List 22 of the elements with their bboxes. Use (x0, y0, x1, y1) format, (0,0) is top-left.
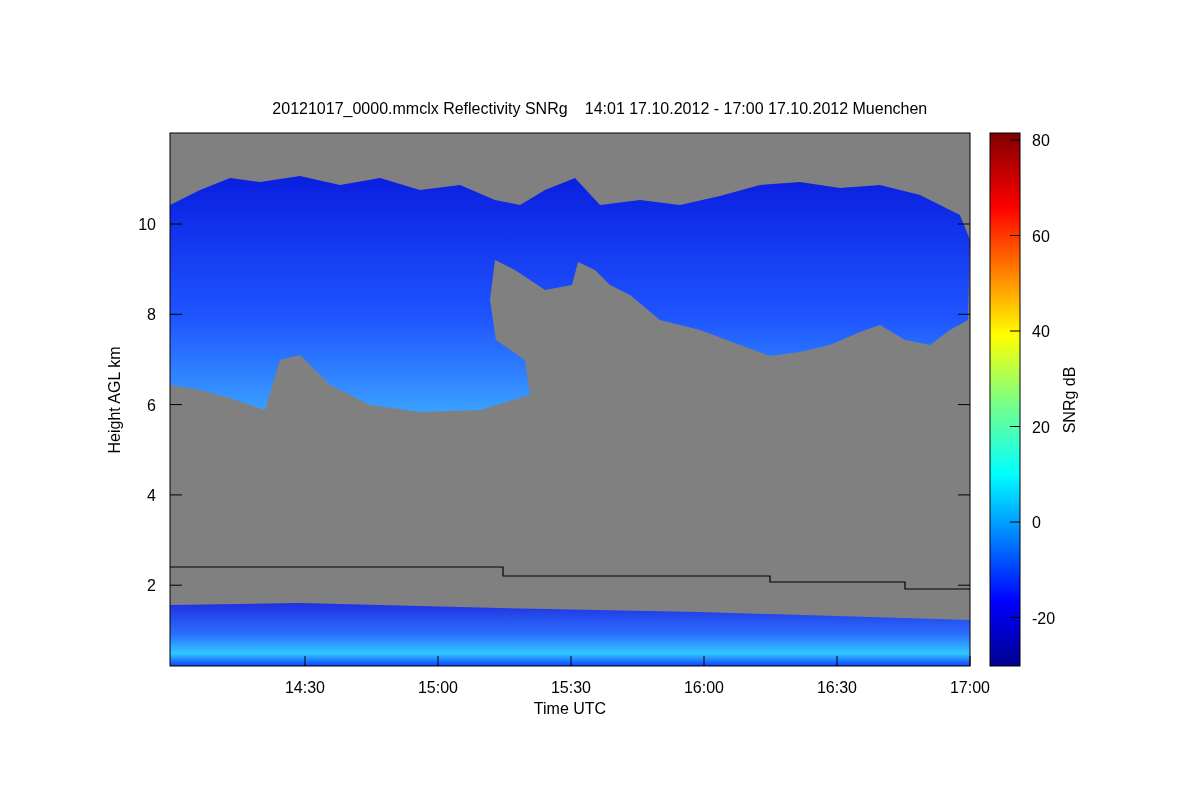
x-tick-label: 16:30 (817, 679, 857, 696)
colorbar-tick-label: 20 (1032, 418, 1050, 436)
chart-title: 20121017_0000.mmclx Reflectivity SNRg (272, 100, 568, 117)
colorbar-label: SNRg dB (1061, 366, 1078, 434)
colorbar-tick-label: -20 (1032, 609, 1056, 627)
x-axis-label: Time UTC (533, 700, 607, 717)
x-tick-label: 15:00 (418, 679, 458, 696)
y-tick-label: 4 (147, 486, 156, 504)
chart-subtitle: 14:01 17.10.2012 - 17:00 17.10.2012 Muenchen (584, 100, 928, 117)
y-tick-label: 6 (147, 396, 156, 414)
y-tick-label: 8 (147, 306, 156, 324)
x-tick-label: 15:30 (551, 679, 591, 696)
y-tick-label: 10 (138, 216, 156, 233)
colorbar-tick-label: 60 (1032, 227, 1050, 245)
colorbar-tick-label: 0 (1032, 514, 1041, 531)
x-tick-label: 14:30 (285, 679, 325, 696)
y-axis-label: Height AGL km (106, 346, 123, 454)
colorbar-tick-label: 40 (1032, 323, 1050, 340)
y-tick-label: 2 (147, 577, 156, 595)
colorbar-tick-label: 80 (1032, 132, 1050, 149)
x-tick-label: 17:00 (950, 679, 990, 696)
x-tick-label: 16:00 (684, 679, 724, 696)
